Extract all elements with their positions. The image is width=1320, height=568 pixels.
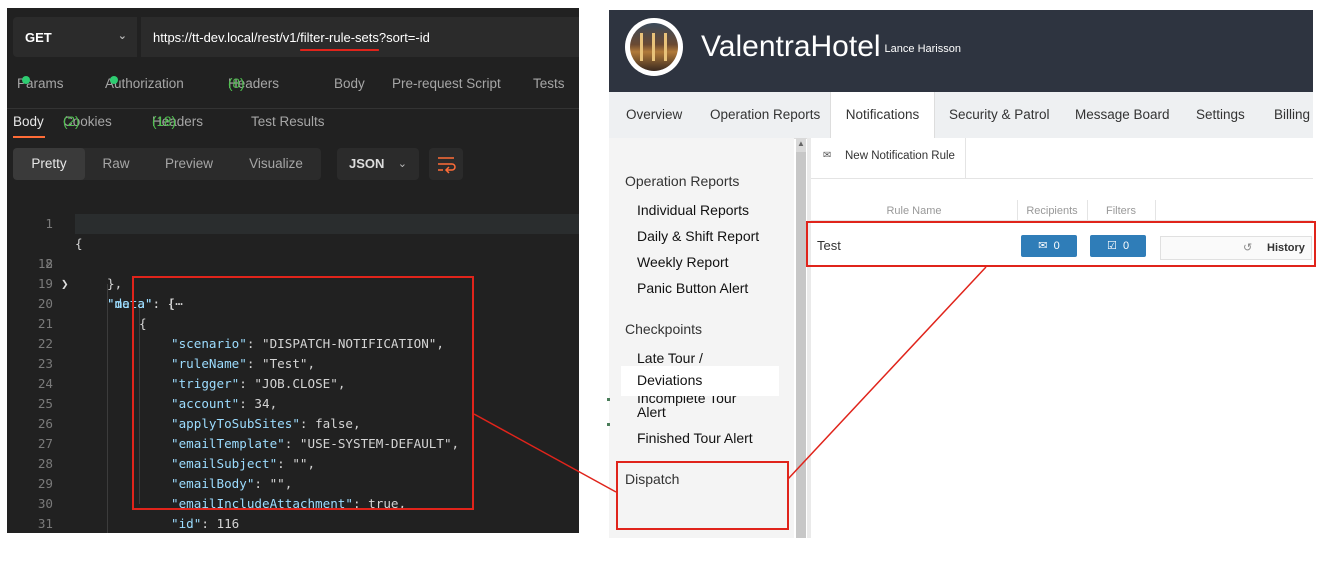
- sidebar-scrollbar[interactable]: ▲: [796, 138, 806, 538]
- view-mode-raw[interactable]: Raw: [85, 148, 147, 180]
- code-line: 18 },: [7, 234, 579, 291]
- url-bar: GET ⌄ https://tt-dev.local/rest/v1/filte…: [13, 17, 579, 57]
- hotel-logo[interactable]: [625, 18, 683, 76]
- sidebar-item-finished-tour[interactable]: Finished Tour Alert: [637, 431, 753, 445]
- button-label: New Notification Rule: [845, 150, 955, 162]
- tab-test-results[interactable]: Test Results: [251, 114, 325, 129]
- status-dot-icon: [110, 76, 118, 84]
- url-prefix: https://tt-dev.local/rest/v1/: [153, 29, 301, 45]
- sidebar-section-checkpoints: Checkpoints: [625, 321, 703, 337]
- nav-message-board[interactable]: Message Board: [1075, 92, 1170, 138]
- code-line: 1 {: [7, 194, 579, 251]
- brand-title: ValentraHotel Lance Harisson: [701, 30, 961, 64]
- format-select[interactable]: JSON ⌄: [337, 148, 419, 180]
- request-tabs: Params Authorization Headers (8) Body Pr…: [17, 76, 579, 96]
- content-gutter: [807, 138, 811, 538]
- wrap-lines-button[interactable]: [429, 148, 463, 180]
- nav-notifications[interactable]: Notifications: [830, 92, 935, 138]
- sidebar-section-operation-reports: Operation Reports: [625, 173, 740, 189]
- table-row-highlight-box: [806, 221, 1316, 267]
- line-highlight: [75, 214, 579, 234]
- logo-detail: [664, 33, 667, 61]
- chevron-down-icon: ⌄: [397, 158, 407, 170]
- nav-billing[interactable]: Billing: [1274, 92, 1310, 138]
- rules-table-header: Rule Name Recipients Filters: [811, 200, 1313, 221]
- column-divider: [1155, 200, 1156, 220]
- deviations-highlight-box: [616, 461, 789, 530]
- sidebar-item-individual-reports[interactable]: Individual Reports: [637, 203, 749, 217]
- logo-detail: [652, 33, 655, 61]
- active-tab-underline: [13, 136, 45, 138]
- column-rule-name: Rule Name: [886, 205, 942, 217]
- chevron-down-icon: ⌄: [117, 30, 127, 42]
- nav-operation-reports[interactable]: Operation Reports: [710, 92, 820, 138]
- url-input[interactable]: https://tt-dev.local/rest/v1/filter-rule…: [141, 17, 579, 57]
- logo-detail: [640, 33, 643, 61]
- response-tabs: Body Cookies (2) Headers (18) Test Resul…: [13, 114, 579, 138]
- view-mode-visualize[interactable]: Visualize: [231, 148, 321, 180]
- tab-pre-request-script[interactable]: Pre-request Script: [392, 76, 501, 91]
- nav-settings[interactable]: Settings: [1196, 92, 1245, 138]
- scroll-up-icon[interactable]: ▲: [797, 139, 805, 148]
- tab-count: (8): [228, 76, 245, 91]
- content-toolbar: ✉ New Notification Rule: [811, 138, 1313, 179]
- view-mode-pretty[interactable]: Pretty: [13, 148, 85, 180]
- view-mode-preview[interactable]: Preview: [147, 148, 231, 180]
- stray-mark: [607, 423, 610, 426]
- sidebar-item-daily-shift-report[interactable]: Daily & Shift Report: [637, 229, 759, 243]
- tab-count: (2): [63, 114, 80, 129]
- stray-mark: [607, 398, 610, 401]
- hotel-photo-icon: [630, 23, 678, 71]
- new-notification-rule-button[interactable]: ✉ New Notification Rule: [811, 138, 966, 178]
- main-nav: Overview Operation Reports Notifications…: [609, 92, 1313, 139]
- code-line: 2 ❯ "meta": {⋯: [7, 214, 579, 311]
- column-filters: Filters: [1106, 205, 1136, 217]
- sidebar-item-deviations[interactable]: Deviations: [637, 373, 702, 387]
- envelope-icon: ✉: [823, 150, 832, 161]
- format-label: JSON: [349, 156, 385, 171]
- column-recipients: Recipients: [1026, 205, 1078, 217]
- divider: [7, 108, 579, 109]
- method-label: GET: [25, 29, 52, 45]
- sidebar-item-panic-button-alert[interactable]: Panic Button Alert: [637, 281, 748, 295]
- wrap-lines-icon: [438, 157, 456, 174]
- status-dot-icon: [22, 76, 30, 84]
- view-mode-segment: Pretty Raw Preview Visualize: [13, 148, 321, 180]
- hotel-app-panel: ValentraHotel Lance Harisson Overview Ope…: [609, 10, 1313, 538]
- url-highlight: filter-rule-sets: [300, 29, 379, 45]
- app-header: ValentraHotel Lance Harisson: [609, 10, 1313, 92]
- tab-tests[interactable]: Tests: [533, 76, 565, 91]
- code-line: 19 "data": [: [7, 254, 579, 311]
- view-toolbar: Pretty Raw Preview Visualize JSON ⌄: [13, 148, 579, 182]
- url-suffix: ?sort=-id: [378, 29, 430, 45]
- tab-body[interactable]: Body: [334, 76, 365, 91]
- user-name[interactable]: Lance Harisson: [885, 43, 961, 55]
- method-select[interactable]: GET ⌄: [13, 17, 137, 57]
- json-highlight-box: [132, 276, 474, 510]
- brand-name: ValentraHotel: [701, 30, 881, 63]
- nav-security-patrol[interactable]: Security & Patrol: [949, 92, 1050, 138]
- tab-response-body[interactable]: Body: [13, 114, 44, 129]
- scrollbar-thumb[interactable]: [796, 152, 806, 538]
- tab-count: (18): [152, 114, 177, 129]
- nav-overview[interactable]: Overview: [626, 92, 682, 138]
- sidebar-item-weekly-report[interactable]: Weekly Report: [637, 255, 729, 269]
- code-line: 32 {: [7, 514, 579, 533]
